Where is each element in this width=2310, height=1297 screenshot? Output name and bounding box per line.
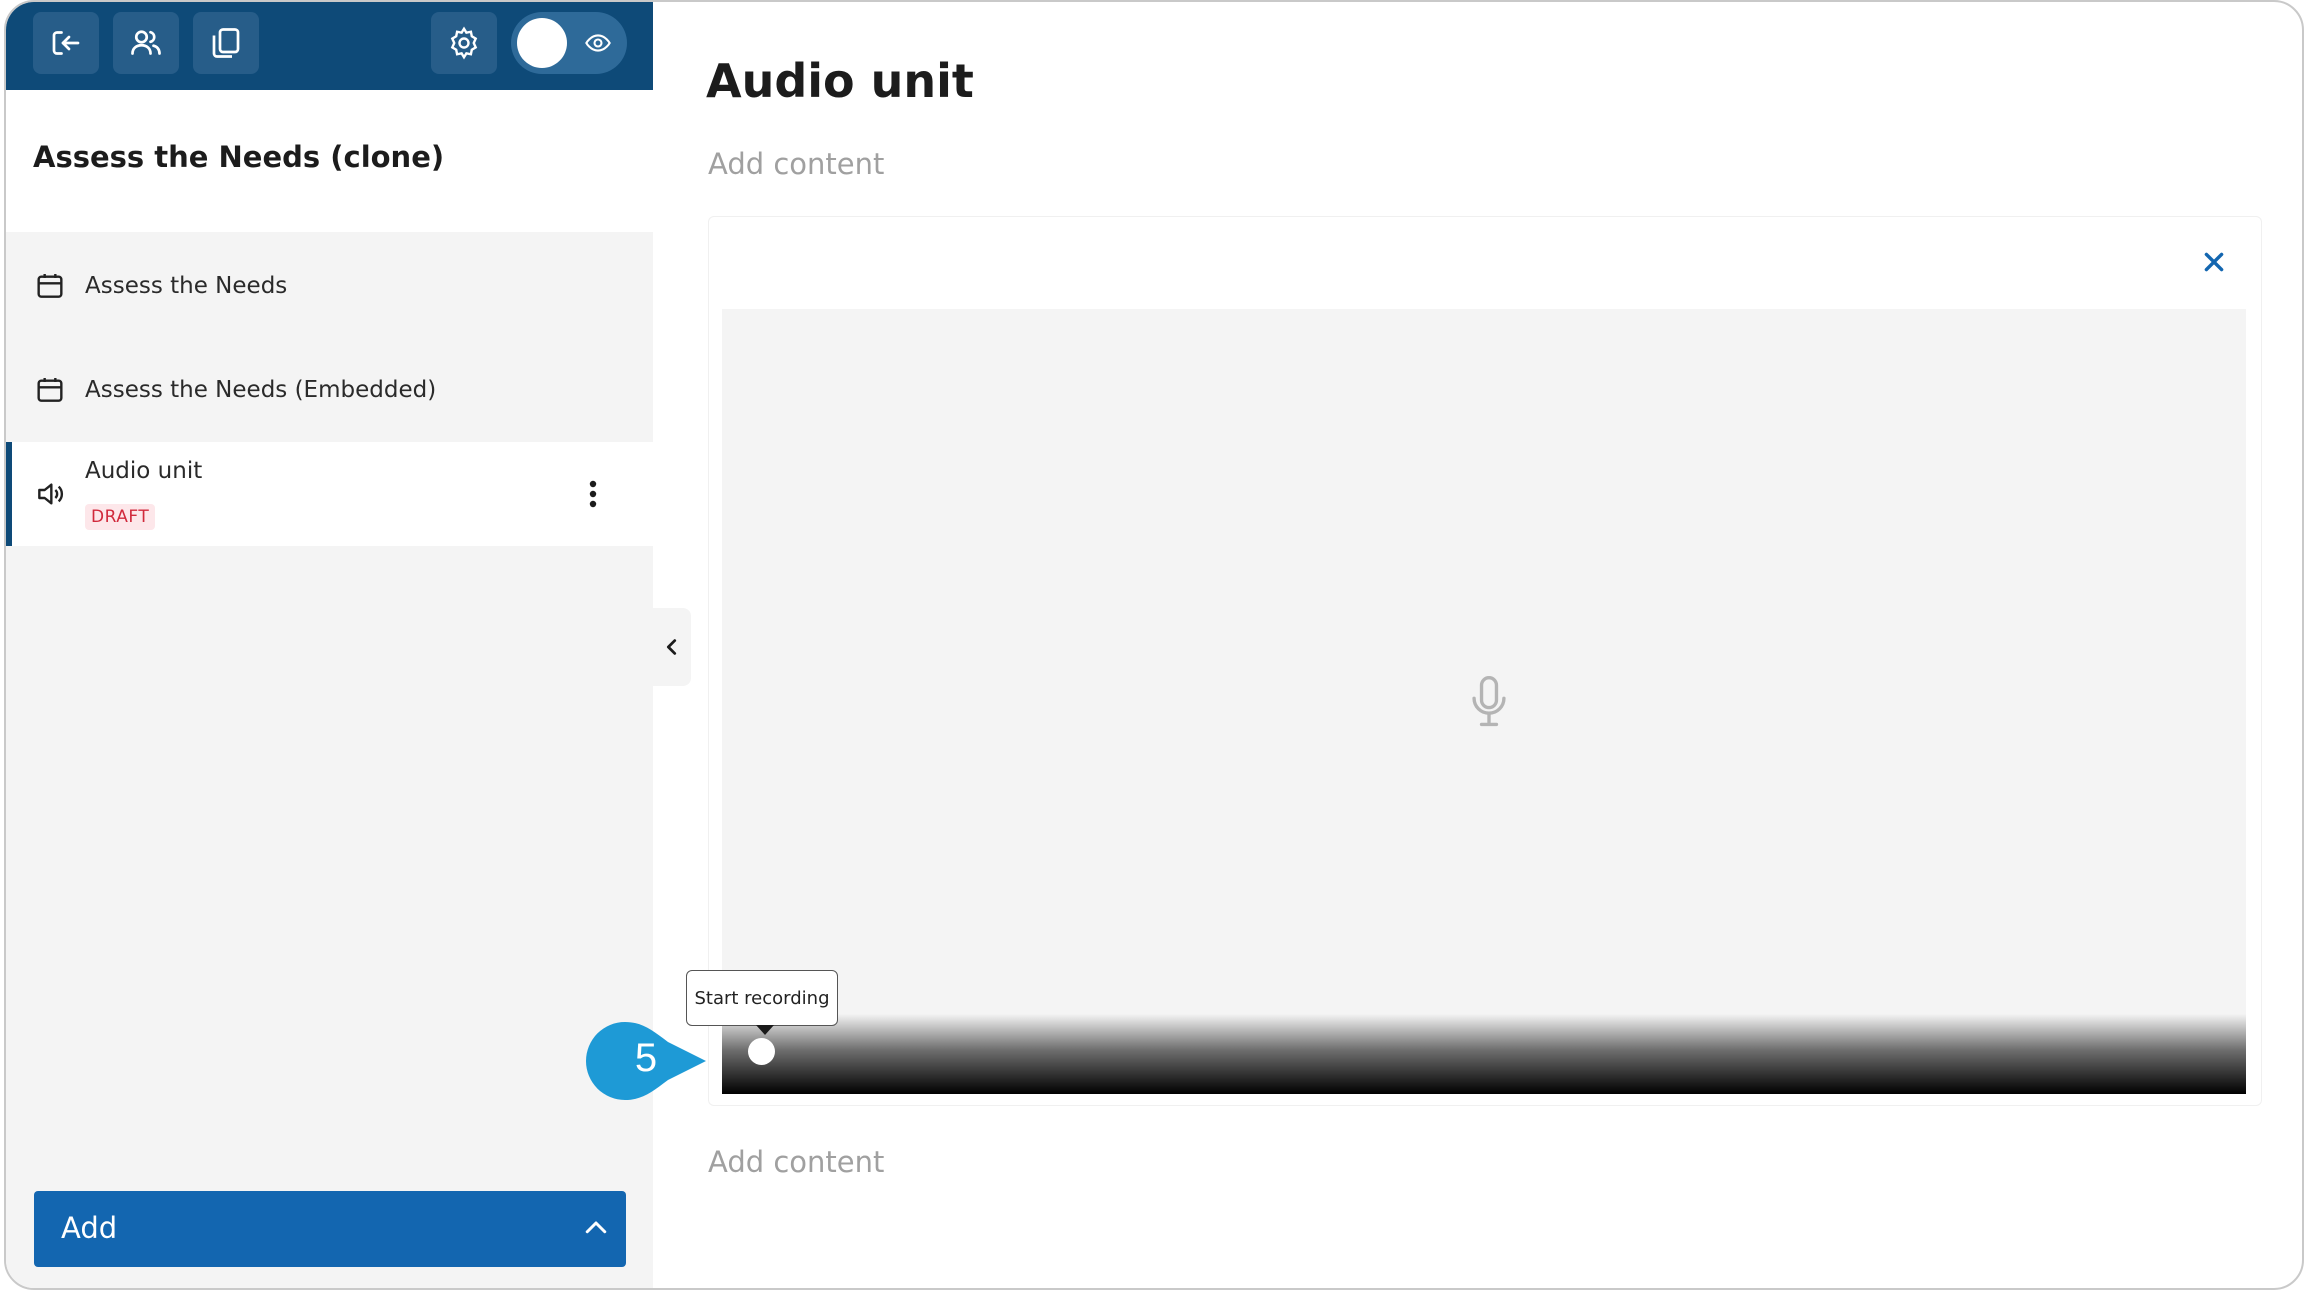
users-button[interactable] <box>113 12 179 74</box>
toggle-knob <box>517 18 567 68</box>
add-button[interactable]: Add <box>34 1191 626 1267</box>
course-title: Assess the Needs (clone) <box>33 140 445 174</box>
eye-icon <box>585 34 611 52</box>
microphone-icon <box>1472 676 1506 727</box>
gear-icon <box>450 26 478 60</box>
users-icon <box>131 30 161 55</box>
sidebar-item-label: Audio unit <box>85 458 203 484</box>
add-content-bottom[interactable]: Add content <box>708 1145 884 1179</box>
settings-button[interactable] <box>431 12 497 74</box>
recorder-controls <box>722 1014 2246 1094</box>
app-window: Assess the Needs (clone) Assess the Need… <box>4 0 2304 1290</box>
copy-icon <box>212 28 240 58</box>
sidebar-item-label: Assess the Needs <box>85 273 288 299</box>
sidebar: Assess the Needs (clone) Assess the Need… <box>6 2 653 1288</box>
sidebar-item-audio-unit[interactable]: Audio unit DRAFT <box>6 442 653 546</box>
step-number: 5 <box>634 1036 658 1080</box>
chevron-up-icon <box>585 1221 607 1234</box>
sidebar-item-assess-the-needs[interactable]: Assess the Needs <box>6 234 653 338</box>
calendar-icon <box>37 274 63 298</box>
preview-toggle[interactable] <box>511 12 627 74</box>
chevron-left-icon <box>666 639 677 655</box>
sidebar-item-label: Assess the Needs (Embedded) <box>85 377 437 403</box>
add-button-label: Add <box>61 1211 118 1245</box>
speaker-icon <box>38 483 63 505</box>
close-icon[interactable] <box>2201 249 2227 275</box>
start-recording-button[interactable] <box>748 1038 775 1065</box>
audio-recorder-card <box>708 216 2262 1106</box>
collapse-sidebar-button[interactable] <box>653 608 691 686</box>
toolbar <box>6 2 653 90</box>
tooltip: Start recording <box>686 970 838 1026</box>
course-header: Assess the Needs (clone) <box>6 90 653 232</box>
tooltip-arrow <box>756 1025 774 1035</box>
copy-button[interactable] <box>193 12 259 74</box>
more-options-icon[interactable] <box>588 480 598 508</box>
exit-icon <box>52 31 80 55</box>
active-indicator <box>6 442 12 546</box>
page-title: Audio unit <box>706 54 974 108</box>
add-content-top[interactable]: Add content <box>708 147 884 181</box>
sidebar-item-assess-the-needs-embedded[interactable]: Assess the Needs (Embedded) <box>6 338 653 442</box>
recorder-stage <box>722 309 2246 1094</box>
exit-button[interactable] <box>33 12 99 74</box>
calendar-icon <box>37 378 63 402</box>
status-badge: DRAFT <box>85 504 156 530</box>
